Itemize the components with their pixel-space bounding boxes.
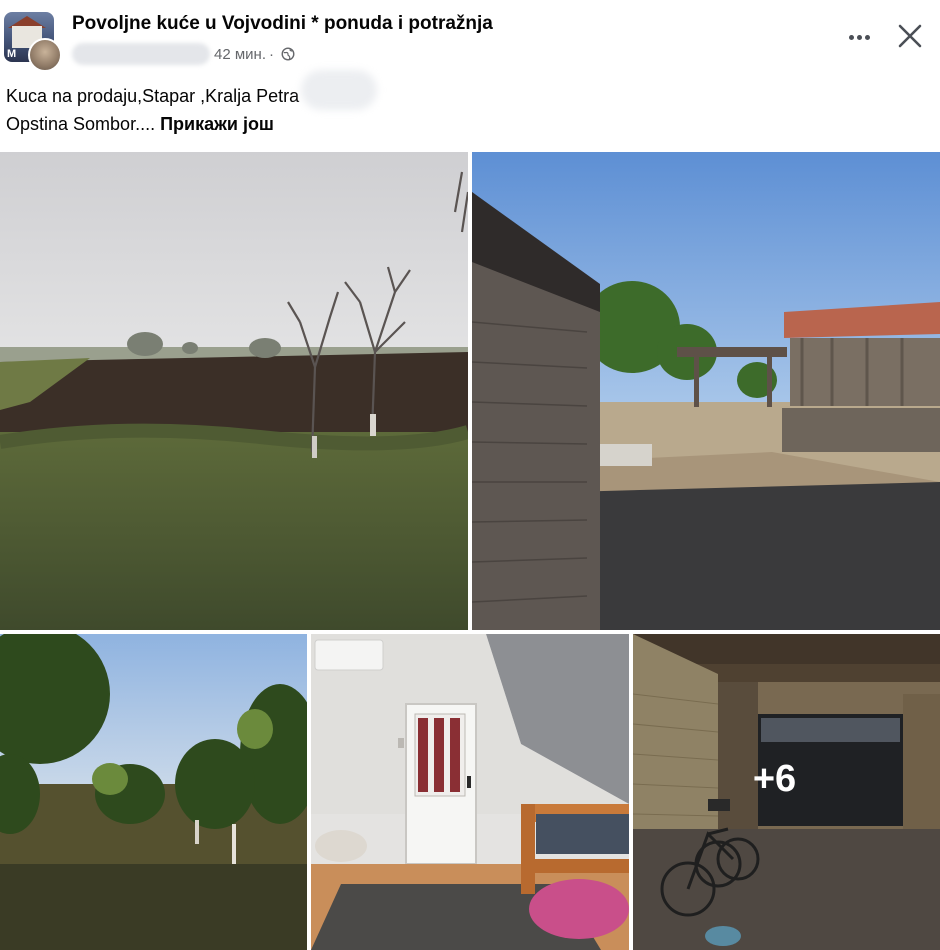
photo-yard[interactable] xyxy=(472,152,940,630)
close-icon[interactable] xyxy=(892,18,928,54)
photo-garden[interactable] xyxy=(0,634,307,950)
globe-icon[interactable] xyxy=(281,47,295,61)
post-meta: 42 мин. · xyxy=(72,42,295,66)
see-more-link[interactable]: Прикажи још xyxy=(160,114,274,134)
photo-garden-image xyxy=(0,634,307,950)
post-text-first: Kuca na prodaju,Stapar ,Kralja Petra xyxy=(6,86,300,106)
photo-room-image xyxy=(311,634,629,950)
post-text-line-1: Kuca na prodaju,Stapar ,Kralja Petra xyxy=(6,70,906,111)
post-text: Kuca na prodaju,Stapar ,Kralja Petra Ops… xyxy=(6,70,906,138)
group-name-link[interactable]: Povoljne kuće u Vojvodini * ponuda i pot… xyxy=(72,13,493,35)
post-time-link[interactable]: 42 мин. xyxy=(214,46,266,63)
text-redacted xyxy=(301,70,378,111)
more-options-icon xyxy=(848,34,854,40)
post-text-second: Opstina Sombor.... xyxy=(6,114,156,135)
photo-field-image xyxy=(0,152,468,630)
more-options-icon-dot xyxy=(864,34,870,40)
group-avatar[interactable]: M xyxy=(4,12,62,72)
meta-separator: · xyxy=(269,45,274,63)
post-text-line-2: Opstina Sombor.... Прикажи још xyxy=(6,110,906,138)
photo-field[interactable] xyxy=(0,152,468,630)
more-options-button[interactable] xyxy=(840,22,878,52)
more-photos-count[interactable]: +6 xyxy=(633,634,940,950)
photo-garage[interactable]: +6 xyxy=(633,634,940,950)
author-avatar[interactable] xyxy=(28,38,62,72)
more-options-icon-dot xyxy=(856,34,862,40)
post-header: M Povoljne kuće u Vojvodini * ponuda i p… xyxy=(0,0,940,80)
photo-yard-image xyxy=(472,152,940,630)
photo-room[interactable] xyxy=(311,634,629,950)
avatar-text: M xyxy=(7,48,18,60)
author-name-redacted[interactable] xyxy=(72,43,210,65)
